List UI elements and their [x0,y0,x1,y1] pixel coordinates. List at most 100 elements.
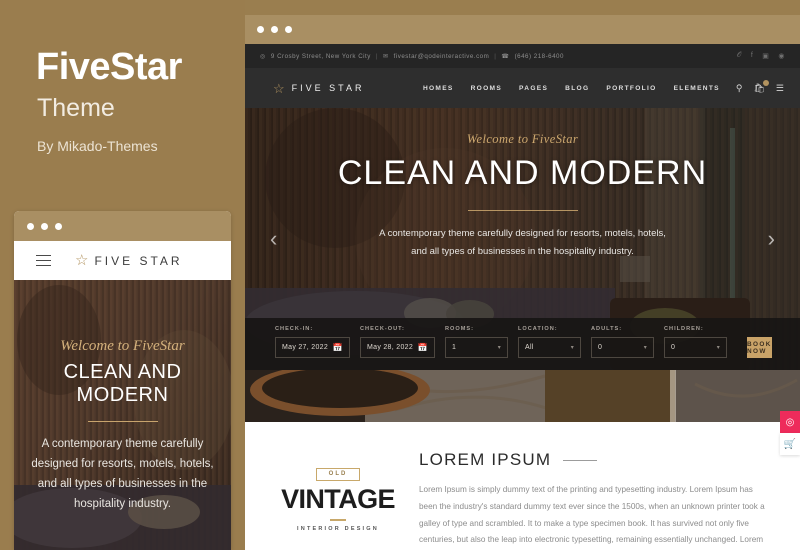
window-dot-close [27,222,34,230]
nav-item-portfolio[interactable]: PORTFOLIO [606,85,656,92]
topbar-address: 9 Crosby Street, New York City [270,52,371,60]
booking-field-checkin: CHECK-IN: May 27, 2022 📅 [275,326,350,358]
article-block: LOREM IPSUM Lorem Ipsum is simply dummy … [419,450,766,550]
hero-slider: Welcome to FiveStar CLEAN AND MODERN A c… [245,108,800,370]
checkin-date-input[interactable]: May 27, 2022 📅 [275,337,350,358]
pinterest-icon[interactable]: ◉ [778,52,785,60]
promo-panel: FiveStar Theme By Mikado-Themes ☆ FIVE S… [0,0,245,550]
topbar-separator-2: | [494,52,497,60]
divider [330,518,346,521]
primary-menu: HOMES ROOMS PAGES BLOG PORTFOLIO ELEMENT… [423,85,720,92]
nav-item-elements[interactable]: ELEMENTS [674,85,720,92]
cart-icon[interactable]: 🛍 [753,79,769,94]
hamburger-icon[interactable]: ☰ [776,83,784,94]
window-dot-close [257,26,264,33]
divider [467,210,578,211]
location-select[interactable]: All ▾ [518,337,581,358]
mobile-hero-paragraph: A contemporary theme carefully designed … [31,438,214,511]
cart-icon[interactable]: 🛒 [780,433,800,455]
mobile-logo[interactable]: ☆ FIVE STAR [75,253,183,268]
booking-label-rooms: ROOMS: [445,326,474,332]
booking-label-location: LOCATION: [518,326,558,332]
mobile-hero: Welcome to FiveStar CLEAN AND MODERN A c… [14,280,231,550]
booking-label-checkout: CHECK-OUT: [360,326,405,332]
below-hero-texture [245,370,800,422]
article-body: Lorem Ipsum is simply dummy text of the … [419,485,765,545]
star-icon: ☆ [75,252,89,269]
facebook-icon[interactable]: f [751,52,753,60]
book-now-button[interactable]: BOOK NOW [747,337,772,358]
location-value: All [525,344,534,351]
mobile-hero-text: Welcome to FiveStar CLEAN AND MODERN A c… [14,338,231,515]
mobile-navbar: ☆ FIVE STAR [14,241,231,280]
hero-content: Welcome to FiveStar CLEAN AND MODERN A c… [245,132,800,261]
mobile-preview: ☆ FIVE STAR Welcome to FiveStar CLEAN AN… [14,211,231,550]
booking-field-checkout: CHECK-OUT: May 28, 2022 📅 [360,326,435,358]
vintage-badge: OLD [315,467,361,481]
adults-value: 0 [598,344,603,351]
envelope-icon: ✉ [382,52,389,60]
chevron-down-icon: ▾ [497,345,501,351]
product-title: FiveStar [36,46,182,88]
nav-item-homes[interactable]: HOMES [423,85,454,92]
site-topbar: ◎ 9 Crosby Street, New York City | ✉ fiv… [245,44,800,68]
mobile-logo-text: FIVE STAR [94,253,183,268]
social-links: 𝒪 f ▣ ◉ [737,52,785,60]
site-navbar: ☆ FIVE STAR HOMES ROOMS PAGES BLOG PORTF… [245,68,800,108]
section-title: LOREM IPSUM [419,450,552,469]
vintage-name: VINTAGE [281,483,395,514]
search-icon[interactable]: ⚲ [736,83,743,94]
window-dot-minimize [271,26,278,33]
hero-headline: CLEAN AND MODERN [337,154,708,192]
hero-paragraph-line1: A contemporary theme carefully designed … [379,228,666,239]
phone-icon: ☎ [501,52,510,60]
location-pin-icon: ◎ [260,52,266,60]
product-author: By Mikado-Themes [37,138,158,154]
below-hero-image [245,370,800,422]
browser-window-chrome [245,15,800,44]
navbar-icons: ⚲ 🛍 ☰ [736,79,784,94]
rooms-select[interactable]: 1 ▾ [445,337,508,358]
mobile-hero-eyebrow: Welcome to FiveStar [60,338,185,354]
calendar-icon[interactable]: 📅 [418,343,428,352]
window-dot-minimize [41,222,48,230]
star-icon: ☆ [273,80,285,96]
topbar-phone[interactable]: (646) 218-6400 [515,53,564,60]
chevron-down-icon: ▾ [570,345,574,351]
mobile-window-chrome [14,211,231,241]
twitter-icon[interactable]: 𝒪 [737,52,742,60]
mobile-hero-headline: CLEAN AND MODERN [63,361,182,406]
checkout-date-input[interactable]: May 28, 2022 📅 [360,337,435,358]
nav-item-blog[interactable]: BLOG [565,85,589,92]
cart-badge [762,79,769,86]
vintage-tagline: INTERIOR DESIGN [297,525,379,532]
hero-eyebrow: Welcome to FiveStar [466,132,579,146]
booking-label-children: CHILDREN: [664,326,704,332]
hero-paragraph-line2: and all types of businesses in the hospi… [411,246,634,258]
content-section: OLD VINTAGE INTERIOR DESIGN LOREM IPSUM … [245,422,800,550]
booking-label-checkin: CHECK-IN: [275,326,314,332]
product-subtitle: Theme [37,94,115,122]
slider-next-arrow[interactable]: › [768,226,775,252]
topbar-separator-1: | [375,52,378,60]
calendar-icon[interactable]: 📅 [333,343,343,352]
record-circle-icon[interactable]: ◎ [780,411,800,433]
rooms-value: 1 [452,344,457,351]
slider-prev-arrow[interactable]: ‹ [270,226,277,252]
hamburger-icon[interactable] [36,251,51,270]
window-dot-maximize [285,26,292,33]
adults-select[interactable]: 0 ▾ [591,337,654,358]
topbar-email[interactable]: fivestar@qodeinteractive.com [394,53,490,60]
booking-field-location: LOCATION: All ▾ [518,326,581,358]
nav-item-rooms[interactable]: ROOMS [471,85,502,92]
children-value: 0 [671,344,676,351]
booking-label-adults: ADULTS: [591,326,623,332]
checkin-value: May 27, 2022 [282,344,329,351]
instagram-icon[interactable]: ▣ [762,52,769,60]
site-logo[interactable]: ☆ FIVE STAR [273,82,365,95]
nav-item-pages[interactable]: PAGES [519,85,548,92]
site-logo-text: FIVE STAR [291,83,365,93]
booking-field-children: CHILDREN: 0 ▾ [664,326,727,358]
floating-action-buttons: ◎ 🛒 [780,411,800,455]
children-select[interactable]: 0 ▾ [664,337,727,358]
